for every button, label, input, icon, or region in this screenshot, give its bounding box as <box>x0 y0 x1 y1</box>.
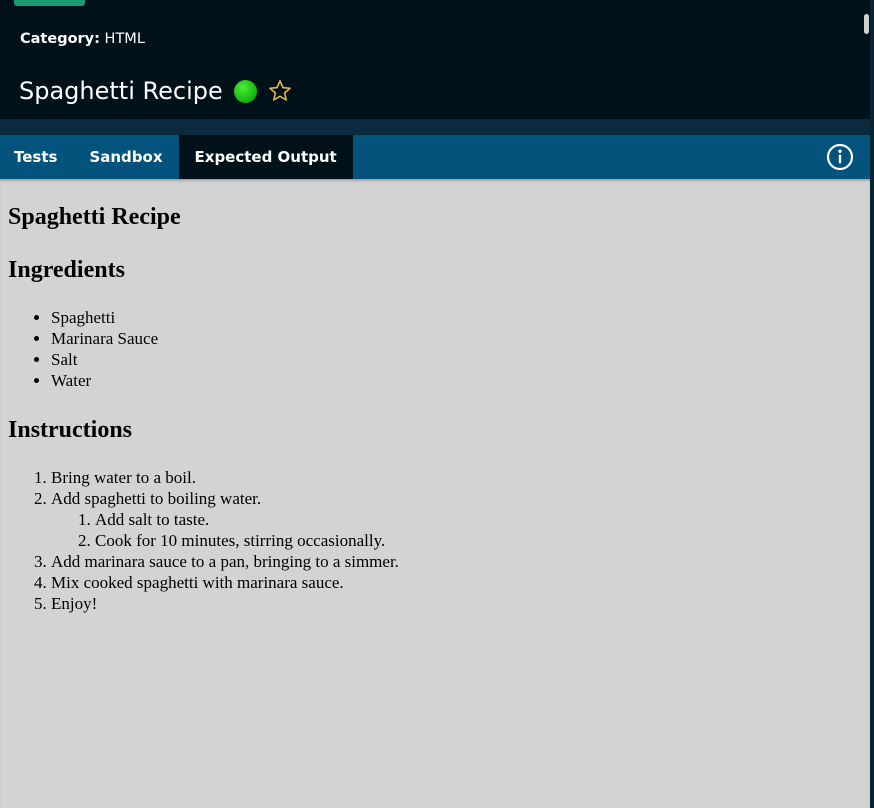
step-text: Mix cooked spaghetti with marinara sauce… <box>51 573 344 592</box>
category-line: Category: HTML <box>20 31 145 47</box>
completion-status-icon <box>233 79 257 103</box>
list-item: Add marinara sauce to a pan, bringing to… <box>51 551 862 572</box>
favorite-star-icon[interactable] <box>268 79 292 103</box>
window-edge <box>870 0 874 808</box>
step-text: Add marinara sauce to a pan, bringing to… <box>51 552 399 571</box>
list-item: Mix cooked spaghetti with marinara sauce… <box>51 572 862 593</box>
page-title: Spaghetti Recipe <box>19 77 223 105</box>
list-item: Cook for 10 minutes, stirring occasional… <box>95 530 862 551</box>
step-text: Bring water to a boil. <box>51 468 196 487</box>
title-row: Spaghetti Recipe <box>19 73 292 109</box>
instructions-heading: Instructions <box>8 417 133 443</box>
list-item: Add spaghetti to boiling water. Add salt… <box>51 488 862 551</box>
list-item: Water <box>51 370 862 391</box>
category-label: Category: <box>20 31 100 47</box>
info-icon[interactable] <box>826 143 854 171</box>
difficulty-badge <box>14 0 85 6</box>
list-item: Bring water to a boil. <box>51 467 862 488</box>
list-item: Marinara Sauce <box>51 328 862 349</box>
scrollbar-thumb[interactable] <box>864 14 869 34</box>
sub-instructions-list: Add salt to taste. Cook for 10 minutes, … <box>51 509 862 551</box>
header-spacer <box>0 119 870 135</box>
step-text: Enjoy! <box>51 594 98 613</box>
list-item: Salt <box>51 349 862 370</box>
list-item: Enjoy! <box>51 593 862 614</box>
step-text: Add spaghetti to boiling water. <box>51 489 262 508</box>
instructions-list: Bring water to a boil. Add spaghetti to … <box>8 467 862 614</box>
ingredients-heading: Ingredients <box>8 257 125 283</box>
recipe-heading: Spaghetti Recipe <box>8 204 181 230</box>
tab-expected-output[interactable]: Expected Output <box>178 135 353 179</box>
expected-output-panel: Spaghetti Recipe Ingredients Spaghetti M… <box>0 179 870 808</box>
ingredients-list: Spaghetti Marinara Sauce Salt Water <box>8 307 862 391</box>
list-item: Add salt to taste. <box>95 509 862 530</box>
category-value: HTML <box>104 31 145 47</box>
tab-sandbox[interactable]: Sandbox <box>73 135 178 179</box>
list-item: Spaghetti <box>51 307 862 328</box>
challenge-header: Category: HTML Spaghetti Recipe <box>0 0 870 119</box>
tab-bar: Tests Sandbox Expected Output <box>0 135 870 179</box>
tab-tests[interactable]: Tests <box>0 135 73 179</box>
